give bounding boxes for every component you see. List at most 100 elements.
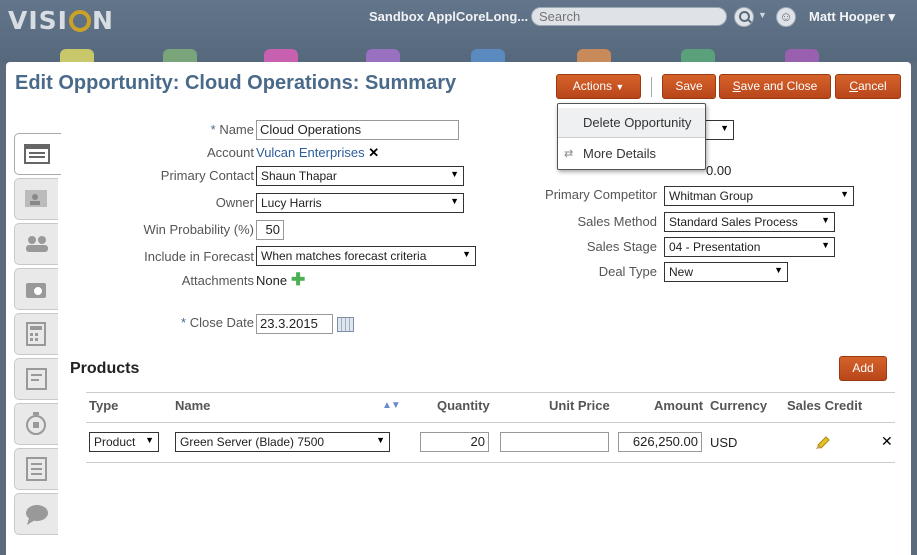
chevron-down-icon: ▼ <box>462 249 471 259</box>
search-input[interactable] <box>531 7 727 26</box>
page-title: Edit Opportunity: Cloud Operations: Summ… <box>15 72 457 94</box>
products-title: Products <box>70 360 140 377</box>
remove-account-icon[interactable]: ✕ <box>368 145 379 160</box>
column-unit-price: Unit Price <box>549 398 610 413</box>
chevron-down-icon: ▼ <box>840 189 849 199</box>
tab-notes[interactable] <box>14 358 58 400</box>
chevron-down-icon: ▼ <box>821 240 830 250</box>
account-link[interactable]: Vulcan Enterprises <box>256 145 365 160</box>
column-type: Type <box>89 398 119 413</box>
tab-revenue[interactable] <box>14 313 58 355</box>
chat-bubble-icon <box>26 505 48 525</box>
owner-select[interactable]: Lucy Harris ▼ <box>256 193 464 213</box>
column-name[interactable]: Name <box>175 398 210 413</box>
tab-conversations[interactable] <box>14 493 58 535</box>
primary-competitor-select[interactable]: Whitman Group ▼ <box>664 186 854 206</box>
primary-contact-select[interactable]: Shaun Thapar ▼ <box>256 166 464 186</box>
tab-contacts[interactable] <box>14 178 58 220</box>
deal-type-label: Deal Type <box>598 264 657 279</box>
switch-arrows-icon: ⇄ <box>564 148 574 160</box>
row-divider <box>86 462 895 463</box>
chevron-down-icon: ▼ <box>450 196 459 206</box>
contact-card-icon <box>25 190 47 207</box>
include-forecast-label: Include in Forecast <box>144 249 254 264</box>
chevron-down-icon: ▼ <box>376 435 385 445</box>
tile-icon[interactable] <box>471 49 505 62</box>
save-and-close-button[interactable]: Save and Close <box>719 74 831 99</box>
product-type-select[interactable]: Product ▼ <box>89 432 159 452</box>
sandbox-name[interactable]: Sandbox ApplCoreLong... <box>369 9 528 24</box>
sort-icon[interactable]: ▲▼ <box>382 400 401 411</box>
accessibility-icon[interactable]: ☺ <box>776 7 796 27</box>
unit-price-field[interactable] <box>500 432 609 452</box>
team-icon <box>26 236 48 252</box>
tab-summary[interactable] <box>14 133 61 175</box>
briefcase-icon <box>26 283 46 298</box>
tile-icon[interactable] <box>577 49 611 62</box>
primary-contact-label: Primary Contact <box>160 168 254 183</box>
toolbar-divider <box>651 77 652 97</box>
include-forecast-select[interactable]: When matches forecast criteria ▼ <box>256 246 476 266</box>
product-name-select[interactable]: Green Server (Blade) 7500 ▼ <box>175 432 390 452</box>
quantity-field[interactable]: 20 <box>420 432 489 452</box>
sales-stage-label: Sales Stage <box>586 239 657 254</box>
table-top-border <box>86 392 895 393</box>
menu-item-delete-opportunity[interactable]: Delete Opportunity <box>558 108 705 138</box>
close-date-label: * Close Date <box>181 315 254 330</box>
menu-item-more-details[interactable]: ⇄ More Details <box>558 139 705 169</box>
vision-logo[interactable]: VISI N <box>8 6 114 35</box>
tab-activities[interactable] <box>14 403 58 445</box>
column-sales-credit: Sales Credit <box>787 398 863 413</box>
actions-menu: Delete Opportunity ⇄ More Details <box>557 103 706 170</box>
tile-icon[interactable] <box>60 49 94 62</box>
close-date-field[interactable]: 23.3.2015 <box>256 314 333 334</box>
edit-pencil-icon[interactable] <box>815 434 831 450</box>
search-options-chevron-icon[interactable]: ▼ <box>758 10 767 20</box>
tile-icon[interactable] <box>681 49 715 62</box>
account-value: Vulcan Enterprises ✕ <box>256 145 379 161</box>
summary-icon <box>24 144 50 164</box>
partially-hidden-amount: 0.00 <box>706 163 732 178</box>
attachments-value: None <box>256 273 288 288</box>
win-probability-label: Win Probability (%) <box>143 222 254 237</box>
column-amount: Amount <box>654 398 704 413</box>
amount-field[interactable]: 626,250.00 <box>618 432 702 452</box>
timer-icon <box>26 412 46 435</box>
tile-icon[interactable] <box>163 49 197 62</box>
chevron-down-icon: ▼ <box>145 435 154 445</box>
tile-icon[interactable] <box>264 49 298 62</box>
sales-method-select[interactable]: Standard Sales Process ▼ <box>664 212 835 232</box>
calculator-icon <box>26 322 46 346</box>
deal-type-select[interactable]: New ▼ <box>664 262 788 282</box>
tile-icon[interactable] <box>366 49 400 62</box>
tab-team[interactable] <box>14 223 58 265</box>
actions-button[interactable]: Actions ▼ <box>556 74 641 99</box>
chevron-down-icon: ▼ <box>450 169 459 179</box>
header-divider <box>86 422 895 423</box>
cancel-button[interactable]: Cancel <box>835 74 901 99</box>
chevron-down-icon: ▼ <box>615 82 625 92</box>
delete-row-icon[interactable]: ✕ <box>881 433 893 450</box>
partially-hidden-select[interactable]: ▼ <box>704 120 734 140</box>
user-menu[interactable]: Matt Hooper ▾ <box>809 9 895 25</box>
search-icon[interactable] <box>734 7 754 27</box>
primary-competitor-label: Primary Competitor <box>545 187 657 202</box>
checklist-icon <box>26 457 47 481</box>
tab-tasks[interactable] <box>14 448 58 490</box>
calendar-icon[interactable] <box>337 317 354 332</box>
chevron-down-icon: ▼ <box>774 265 783 275</box>
save-button[interactable]: Save <box>662 74 716 99</box>
global-header: VISIN Sandbox ApplCoreLong... ▼ ☺ Matt H… <box>0 0 917 62</box>
note-icon <box>26 368 47 390</box>
owner-label: Owner <box>215 195 254 210</box>
name-field[interactable]: Cloud Operations <box>256 120 459 140</box>
sales-stage-select[interactable]: 04 - Presentation ▼ <box>664 237 835 257</box>
add-attachment-icon[interactable]: ✚ <box>291 270 305 290</box>
add-product-button[interactable]: Add <box>839 356 887 381</box>
attachments-label: Attachments <box>181 273 254 288</box>
tile-icon[interactable] <box>785 49 819 62</box>
tab-leads[interactable] <box>14 268 58 310</box>
name-label: * Name <box>210 122 254 137</box>
win-probability-field[interactable]: 50 <box>256 220 284 240</box>
column-currency: Currency <box>710 398 768 413</box>
